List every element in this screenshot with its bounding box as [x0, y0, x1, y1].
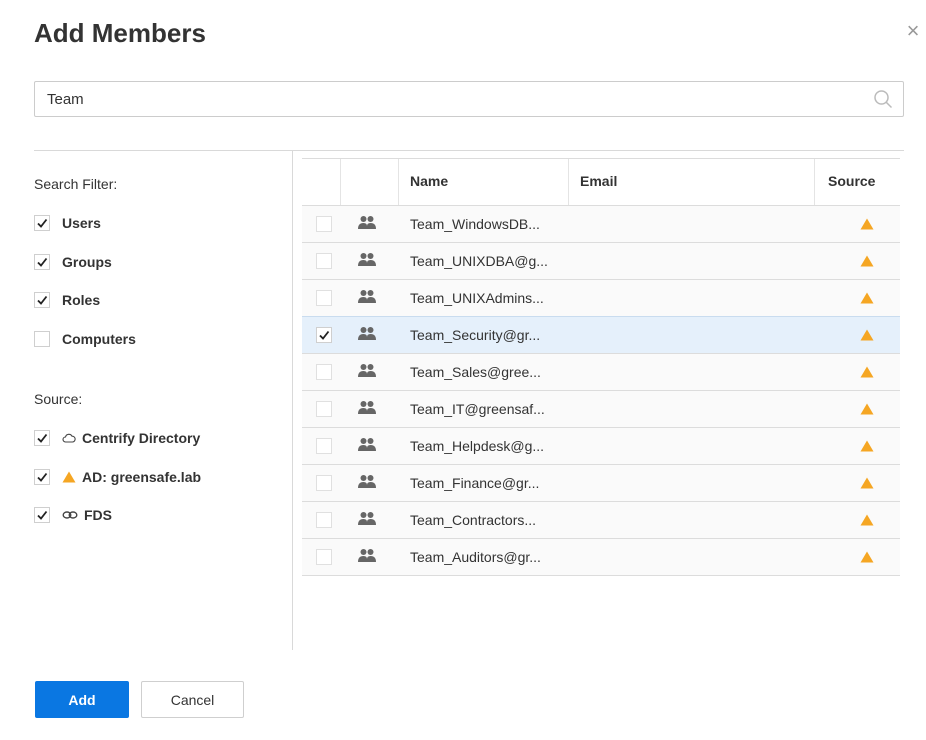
filter-option-label: Centrify Directory	[82, 430, 201, 446]
group-icon	[358, 289, 376, 305]
member-name: Team_UNIXAdmins...	[410, 290, 544, 306]
divider	[292, 150, 293, 650]
member-name: Team_Sales@gree...	[410, 364, 541, 380]
cancel-button[interactable]: Cancel	[141, 681, 244, 718]
table-row[interactable]: Team_Contractors...	[302, 502, 900, 539]
table-row[interactable]: Team_Finance@gr...	[302, 465, 900, 502]
filter-option-label: Users	[62, 215, 101, 231]
member-name: Team_IT@greensaf...	[410, 401, 545, 417]
warning-triangle-icon	[860, 513, 874, 526]
member-name: Team_Auditors@gr...	[410, 549, 541, 565]
filter-option[interactable]: Centrify Directory	[34, 428, 200, 448]
row-checkbox[interactable]	[316, 475, 332, 491]
source-heading: Source:	[34, 391, 83, 407]
row-checkbox[interactable]	[316, 364, 332, 380]
filter-option-label: AD: greensafe.lab	[82, 468, 202, 485]
member-name: Team_Finance@gr...	[410, 475, 540, 491]
filter-option[interactable]: Users	[34, 213, 101, 233]
filter-option[interactable]: Groups	[34, 252, 112, 272]
warning-triangle-icon	[860, 291, 874, 304]
checked-checkbox[interactable]	[34, 292, 50, 308]
row-checkbox[interactable]	[316, 438, 332, 454]
table-row[interactable]: Team_UNIXAdmins...	[302, 280, 900, 317]
column-separator	[340, 159, 341, 205]
row-checkbox[interactable]	[316, 512, 332, 528]
row-checkbox[interactable]	[316, 216, 332, 232]
checkbox[interactable]	[34, 330, 50, 347]
filter-option[interactable]: Computers	[34, 329, 136, 349]
cloud-icon	[62, 432, 76, 444]
row-checkbox[interactable]	[316, 401, 332, 417]
group-icon	[358, 363, 376, 379]
warning-triangle-icon	[860, 476, 874, 489]
row-checkbox[interactable]	[316, 549, 332, 565]
member-name: Team_Helpdesk@g...	[410, 438, 545, 454]
row-checkbox[interactable]	[316, 290, 332, 306]
checked-checkbox[interactable]	[34, 507, 50, 523]
table-row[interactable]: Team_Security@gr...	[302, 316, 900, 354]
filter-option-label: Roles	[62, 292, 101, 308]
group-icon	[358, 326, 376, 342]
checked-checkbox[interactable]	[34, 430, 50, 446]
warning-triangle-icon	[860, 328, 874, 341]
column-header-name[interactable]: Name	[410, 173, 448, 189]
group-icon	[358, 511, 376, 527]
table-row[interactable]: Team_WindowsDB...	[302, 206, 900, 243]
column-separator	[814, 159, 815, 205]
table-row[interactable]: Team_UNIXDBA@g...	[302, 243, 900, 280]
filter-option-label: FDS	[84, 507, 112, 523]
filter-option[interactable]: AD: greensafe.lab	[34, 467, 201, 487]
column-header-source[interactable]: Source	[828, 173, 875, 189]
member-name: Team_UNIXDBA@g...	[410, 253, 548, 269]
members-grid: Name Email Source Team_WindowsDB... Team_…	[302, 158, 900, 576]
filter-option-label: Computers	[62, 330, 136, 347]
grid-body: Team_WindowsDB... Team_UNIXDBA@g... Team_U…	[302, 206, 900, 576]
row-checkbox[interactable]	[316, 253, 332, 269]
column-separator	[398, 159, 399, 205]
group-icon	[358, 400, 376, 416]
column-separator	[568, 159, 569, 205]
checked-checkbox[interactable]	[316, 327, 332, 343]
checked-checkbox[interactable]	[34, 253, 50, 270]
member-name: Team_Contractors...	[410, 512, 537, 528]
checked-checkbox[interactable]	[34, 215, 50, 231]
warning-triangle-icon	[860, 402, 874, 415]
table-row[interactable]: Team_IT@greensaf...	[302, 391, 900, 428]
table-row[interactable]: Team_Auditors@gr...	[302, 539, 900, 576]
add-button[interactable]: Add	[35, 681, 129, 718]
search-box	[34, 81, 904, 117]
filter-option[interactable]: FDS	[34, 505, 112, 525]
checked-checkbox[interactable]	[34, 468, 50, 485]
search-icon[interactable]	[873, 89, 893, 109]
warning-triangle-icon	[62, 471, 76, 483]
warning-triangle-icon	[860, 365, 874, 378]
member-name: Team_WindowsDB...	[410, 216, 540, 232]
member-name: Team_Security@gr...	[410, 327, 541, 343]
divider	[293, 150, 904, 151]
warning-triangle-icon	[860, 550, 874, 563]
filter-option[interactable]: Roles	[34, 290, 100, 310]
warning-triangle-icon	[860, 254, 874, 267]
column-header-email[interactable]: Email	[580, 173, 617, 189]
close-icon[interactable]: ×	[900, 18, 926, 44]
filter-option-label: Groups	[62, 253, 112, 270]
group-icon	[358, 215, 376, 231]
group-icon	[358, 474, 376, 490]
table-row[interactable]: Team_Helpdesk@g...	[302, 428, 900, 465]
group-icon	[358, 548, 376, 564]
dialog-title: Add Members	[34, 18, 206, 48]
warning-triangle-icon	[860, 217, 874, 230]
grid-header: Name Email Source	[302, 158, 900, 206]
search-filter-heading: Search Filter:	[34, 176, 118, 192]
table-row[interactable]: Team_Sales@gree...	[302, 354, 900, 391]
divider	[34, 150, 292, 151]
group-icon	[358, 252, 376, 268]
warning-triangle-icon	[860, 439, 874, 452]
search-input[interactable]	[35, 82, 867, 116]
link-icon	[62, 510, 78, 520]
group-icon	[358, 437, 376, 453]
